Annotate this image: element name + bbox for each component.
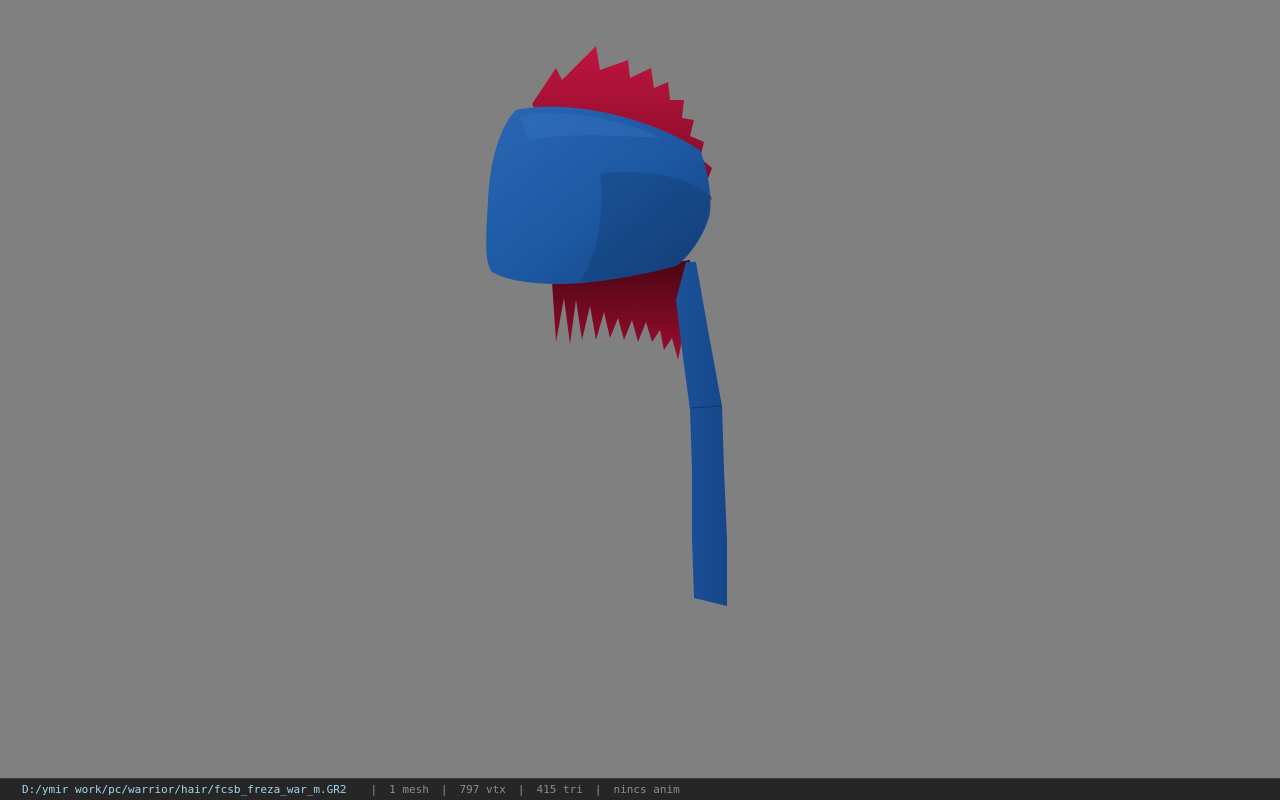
triangle-count: 415 tri — [536, 783, 583, 796]
status-bar: D:/ymir work/pc/warrior/hair/fcsb_freza_… — [0, 778, 1280, 800]
bandana-tail — [676, 262, 727, 606]
separator: | — [370, 783, 378, 796]
file-path: D:/ymir work/pc/warrior/hair/fcsb_freza_… — [22, 783, 347, 796]
mesh-count: 1 mesh — [389, 783, 429, 796]
3d-viewport[interactable] — [0, 0, 1280, 778]
separator: | — [440, 783, 448, 796]
separator: | — [594, 783, 602, 796]
animation-status: nincs anim — [613, 783, 680, 796]
model-viewer-window: D:/ymir work/pc/warrior/hair/fcsb_freza_… — [0, 0, 1280, 800]
vertex-count: 797 vtx — [459, 783, 506, 796]
model-render — [486, 46, 727, 606]
separator: | — [517, 783, 525, 796]
